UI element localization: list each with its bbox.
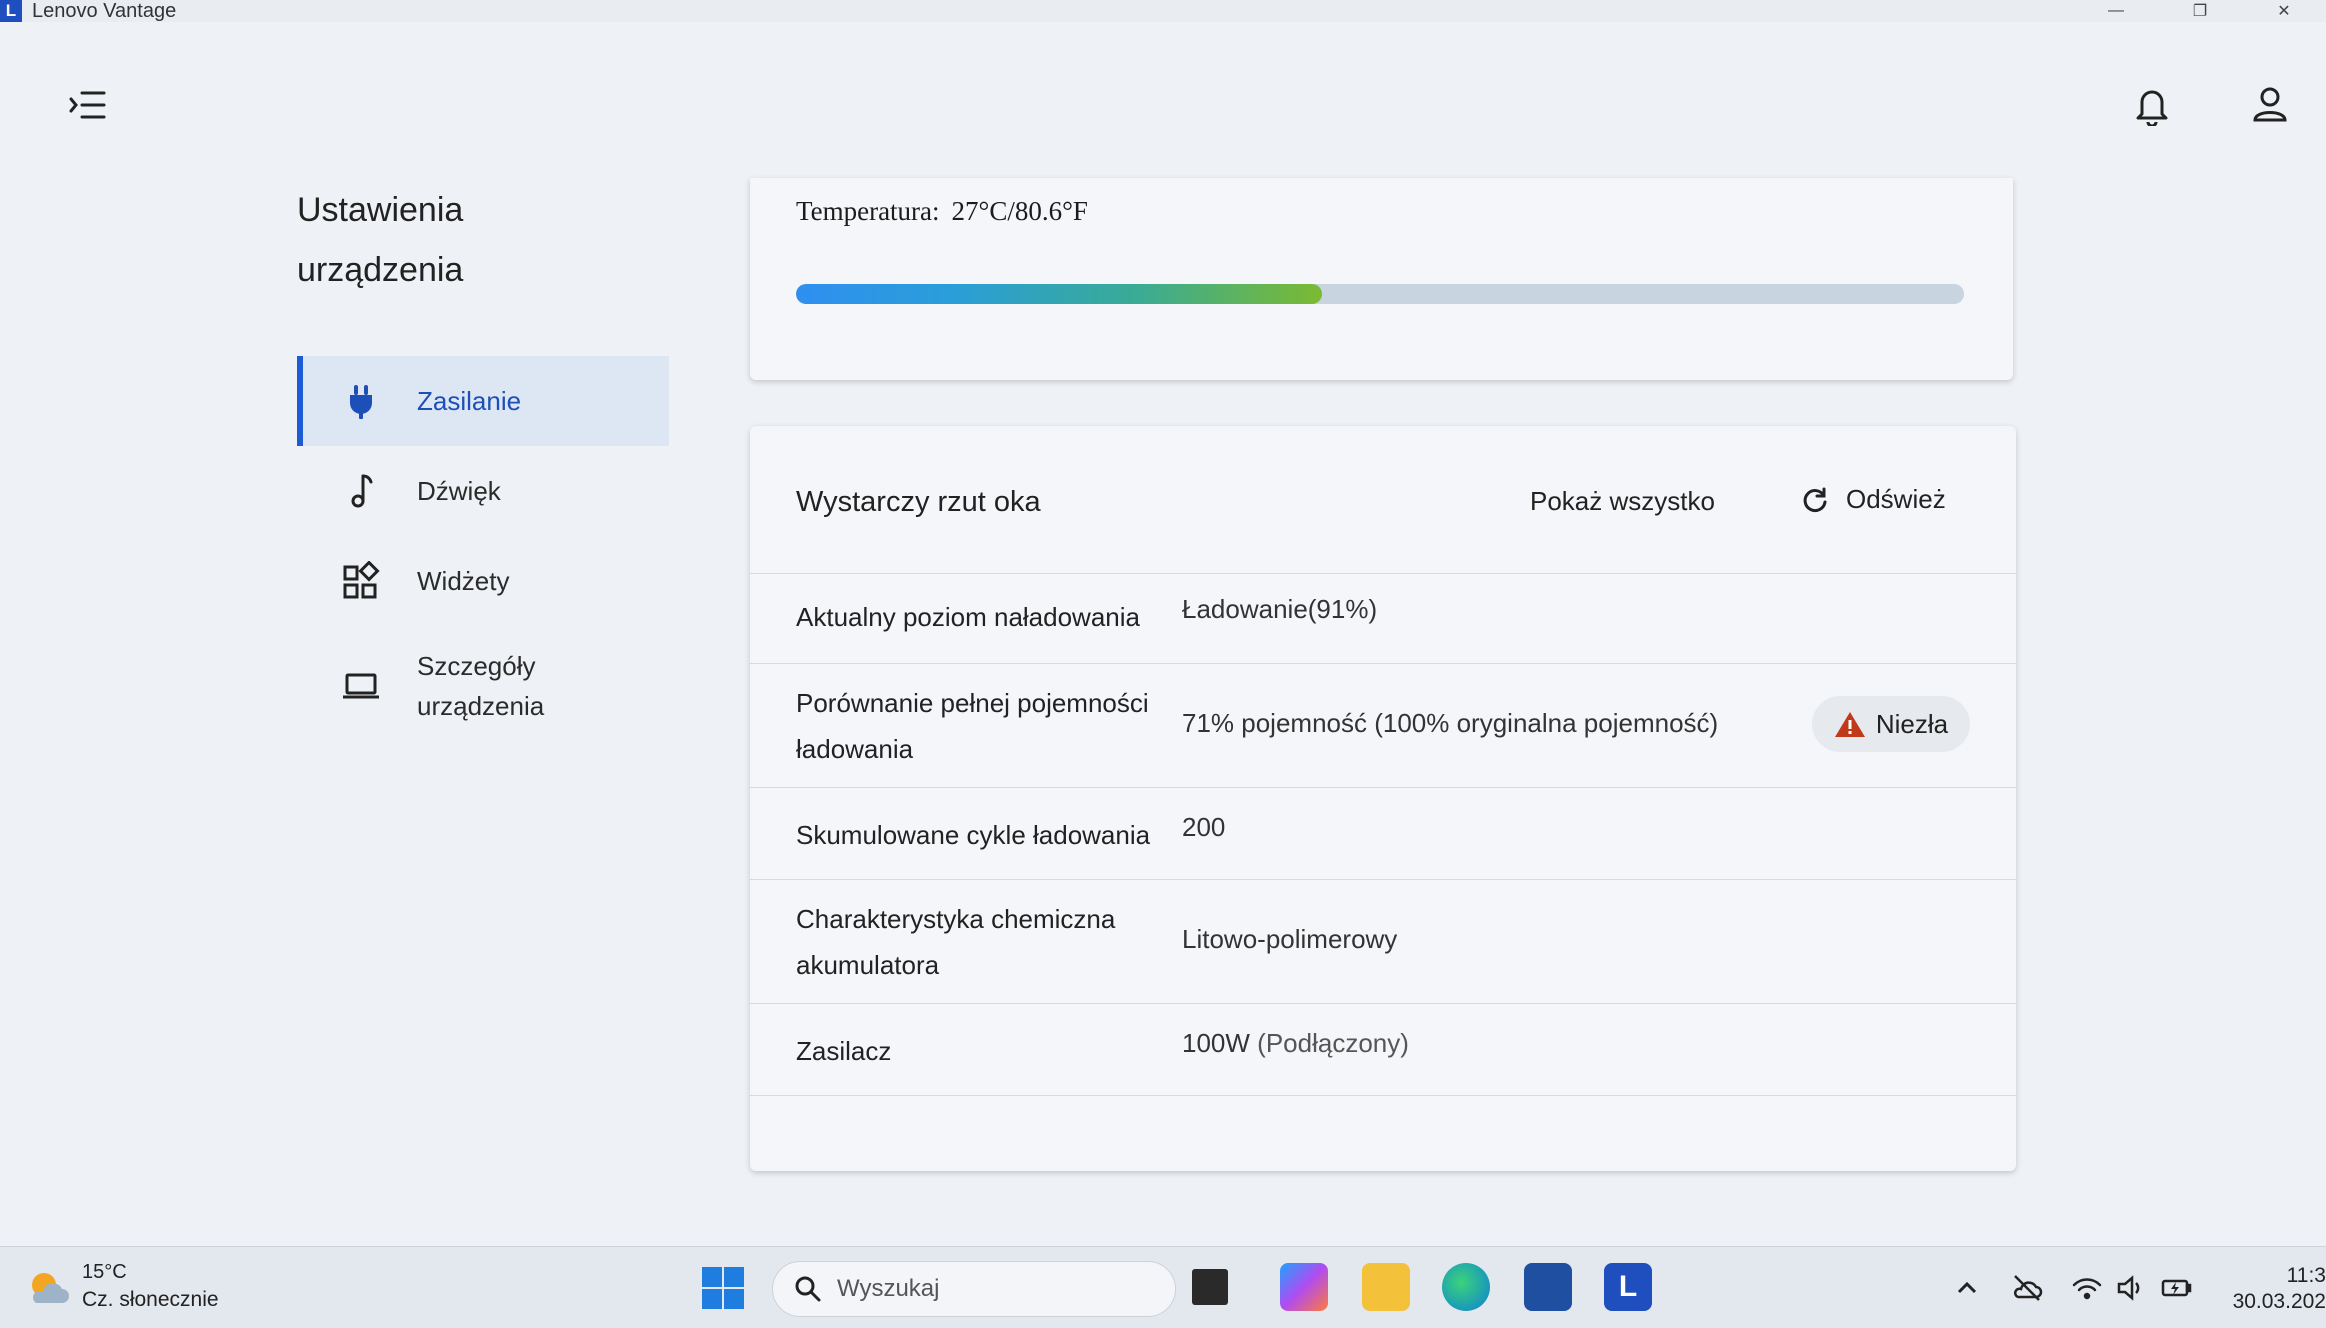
wifi-icon[interactable] — [2070, 1271, 2104, 1305]
page-title: Ustawienia urządzenia — [297, 180, 597, 300]
show-hidden-icons-chevron-icon[interactable] — [1950, 1271, 1984, 1305]
row-label: Charakterystyka chemiczna akumulatora — [796, 904, 1116, 980]
temperature-bar — [796, 284, 1964, 304]
taskbar-search[interactable]: Wyszukaj — [772, 1261, 1176, 1317]
menu-collapse-icon[interactable] — [68, 88, 108, 122]
row-label: Aktualny poziom naładowania — [796, 602, 1140, 632]
row-label: Porównanie pełnej pojemności ładowania — [796, 688, 1149, 764]
refresh-icon — [1803, 487, 1827, 512]
sidebar-item-zasilanie[interactable]: Zasilanie — [297, 356, 669, 446]
partly-sunny-icon — [32, 1272, 69, 1303]
temperature-bar-fill — [796, 284, 1322, 304]
weather-temperature: 15°C — [82, 1261, 127, 1283]
sidebar-item-label: Zasilanie — [417, 385, 522, 416]
music-note-icon — [351, 474, 373, 508]
show-all-link[interactable]: Pokaż wszystko — [1530, 486, 1715, 517]
cloud-offline-icon[interactable] — [2010, 1271, 2044, 1305]
row-label: Skumulowane cykle ładowania — [796, 820, 1151, 850]
minimize-button[interactable]: — — [2074, 0, 2158, 22]
sidebar-item-szczegoly-urzadzenia[interactable]: Szczegóły urządzenia — [297, 626, 669, 746]
table-row: Aktualny poziom naładowania Ładowanie(91… — [750, 574, 2016, 664]
row-value-muted: (Podłączony) — [1257, 1028, 1409, 1058]
volume-icon[interactable] — [2114, 1271, 2148, 1305]
clock-date: 30.03.202 — [2232, 1290, 2326, 1313]
app-logo-icon: L — [0, 0, 22, 22]
weather-widget[interactable]: 15°C Cz. słonecznie — [24, 1261, 219, 1312]
card-header: Wystarczy rzut oka Pokaż wszystko Odświe… — [750, 426, 2016, 574]
temperature-readout: Temperatura: 27°C/80.6°F — [796, 196, 1088, 227]
row-value-main: 100W — [1182, 1028, 1250, 1058]
user-account-icon[interactable] — [2250, 82, 2290, 126]
search-icon — [795, 1276, 821, 1302]
clock-time: 11:3 — [2286, 1264, 2326, 1287]
file-explorer-icon[interactable] — [1362, 1263, 1410, 1311]
sidebar-item-label: Dźwięk — [417, 475, 501, 506]
weather-condition: Cz. słonecznie — [82, 1288, 219, 1311]
laptop-icon — [343, 673, 379, 699]
status-badge: Niezła — [1812, 696, 1970, 752]
battery-charging-icon[interactable] — [2160, 1271, 2194, 1305]
sidebar-item-widzety[interactable]: Widżety — [297, 536, 669, 626]
row-label: Zasilacz — [796, 1036, 892, 1066]
window-title: Lenovo Vantage — [32, 0, 177, 22]
settings-nav: Zasilanie Dźwięk Widżety Szczegóły urząd… — [297, 356, 669, 746]
app-header — [0, 22, 2326, 182]
row-value: Litowo-polimerowy — [1182, 924, 1398, 954]
row-value: 200 — [1182, 812, 1226, 842]
row-value: Ładowanie(91%) — [1182, 594, 1378, 624]
table-row: Skumulowane cykle ładowania 200 — [750, 788, 2016, 880]
windows-start-icon[interactable] — [700, 1265, 746, 1311]
battery-glance-card: Wystarczy rzut oka Pokaż wszystko Odświe… — [750, 426, 2016, 1171]
card-title: Wystarczy rzut oka — [796, 486, 1041, 518]
sidebar-item-label: Widżety — [417, 565, 510, 596]
table-row: Charakterystyka chemiczna akumulatora Li… — [750, 880, 2016, 1004]
widgets-icon — [343, 561, 380, 599]
temperature-card: Temperatura: 27°C/80.6°F — [750, 178, 2013, 380]
temperature-value: 27°C/80.6°F — [951, 196, 1088, 226]
warning-icon — [1834, 712, 1865, 737]
taskbar: 15°C Cz. słonecznie Wyszukaj L 11:3 30.0… — [0, 1246, 2326, 1328]
refresh-label: Odśwież — [1846, 484, 1946, 514]
microsoft-store-icon[interactable] — [1524, 1263, 1572, 1311]
taskbar-clock[interactable]: 11:3 30.03.202 — [2220, 1263, 2326, 1315]
refresh-button[interactable]: Odśwież — [1800, 484, 1946, 515]
notifications-bell-icon[interactable] — [2132, 82, 2172, 126]
edge-browser-icon[interactable] — [1442, 1263, 1490, 1311]
row-value: 71% pojemność (100% oryginalna pojemność… — [1182, 708, 1719, 738]
sidebar-item-label: Szczegóły urządzenia — [417, 651, 545, 721]
title-bar: L Lenovo Vantage — ❐ ✕ — [0, 0, 2326, 22]
task-view-icon[interactable] — [1192, 1269, 1228, 1305]
page-title-line1: Ustawienia — [297, 191, 464, 229]
copilot-icon[interactable] — [1280, 1263, 1328, 1311]
table-row: Porównanie pełnej pojemności ładowania 7… — [750, 664, 2016, 788]
close-button[interactable]: ✕ — [2242, 0, 2326, 22]
page-title-line2: urządzenia — [297, 251, 464, 289]
sidebar-item-dzwiek[interactable]: Dźwięk — [297, 446, 669, 536]
search-placeholder: Wyszukaj — [837, 1275, 940, 1302]
status-badge-label: Niezła — [1875, 708, 1949, 739]
table-row: Zasilacz 100W (Podłączony) — [750, 1004, 2016, 1096]
window-controls: — ❐ ✕ — [2074, 0, 2326, 22]
lenovo-vantage-taskbar-icon[interactable]: L — [1604, 1263, 1652, 1311]
row-value: 100W (Podłączony) — [1182, 1028, 1409, 1059]
temperature-label: Temperatura: — [796, 196, 940, 226]
power-plug-icon — [350, 385, 372, 419]
restore-button[interactable]: ❐ — [2158, 0, 2242, 22]
